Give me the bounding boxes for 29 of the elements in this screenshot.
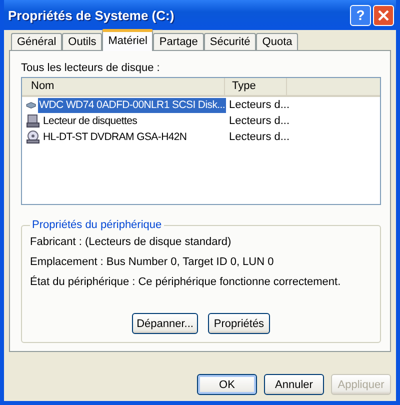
close-button[interactable] [373, 4, 394, 26]
column-header[interactable]: Type [225, 78, 287, 95]
group-title: Propriétés du périphérique [31, 219, 163, 232]
cancel-button[interactable]: Annuler [264, 374, 324, 395]
properties-button[interactable]: Propriétés [208, 313, 270, 334]
tab[interactable]: Matériel [102, 29, 154, 51]
tab[interactable]: Général [11, 33, 62, 50]
tab[interactable]: Quota [256, 33, 298, 50]
property-text: Fabricant : (Lecteurs de disque standard) [30, 236, 232, 248]
help-button[interactable]: ? [350, 4, 371, 26]
window-title: Propriétés de Systeme (C:) [8, 8, 176, 22]
device-type: Lecteurs d... [228, 98, 290, 112]
troubleshoot-button[interactable]: Dépanner... [132, 313, 198, 334]
device-type: Lecteurs d... [228, 114, 290, 128]
property-text: Emplacement : Bus Number 0, Target ID 0, LUN 0 [30, 256, 275, 268]
devices-label: Tous les lecteurs de disque : [21, 62, 161, 74]
ok-button[interactable]: OK [197, 374, 257, 395]
device-name[interactable]: WDC WD74 0ADFD-00NLR1 SCSI Disk... [38, 98, 226, 112]
tab[interactable]: Sécurité [204, 33, 256, 50]
property-text: État du périphérique : Ce périphérique fonctionne correctement. [30, 276, 342, 288]
tab[interactable]: Outils [62, 33, 102, 50]
column-header[interactable]: Nom [22, 78, 225, 95]
tab[interactable]: Partage [153, 33, 204, 50]
device-name[interactable]: Lecteur de disquettes [42, 114, 138, 128]
optical-drive-icon [26, 130, 40, 144]
floppy-drive-icon [26, 114, 40, 128]
device-name[interactable]: HL-DT-ST DVDRAM GSA-H42N [42, 130, 188, 144]
close-icon [378, 10, 389, 20]
device-type: Lecteurs d... [228, 130, 290, 144]
